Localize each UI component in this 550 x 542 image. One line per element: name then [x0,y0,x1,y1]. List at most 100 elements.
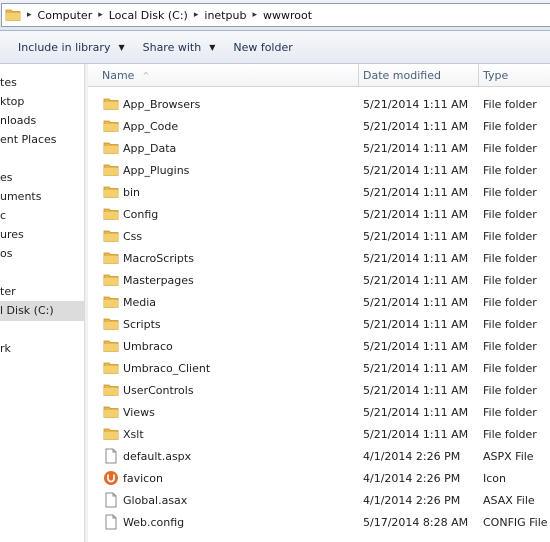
column-header-name[interactable]: Name ^ [102,64,352,86]
file-row[interactable]: Masterpages 5/21/2014 1:11 AM File folder [88,269,550,291]
file-row[interactable]: Global.asax 4/1/2014 2:26 PM ASAX File [88,489,550,511]
file-row[interactable]: Xslt 5/21/2014 1:11 AM File folder [88,423,550,445]
folder-icon [103,294,119,310]
file-date-modified: 5/21/2014 1:11 AM [363,427,469,441]
file-name: MacroScripts [123,251,194,265]
file-type: File folder [483,405,537,419]
folder-icon [103,206,119,222]
file-type: File folder [483,141,537,155]
file-icon [103,448,119,464]
nav-item-label: uments [0,190,42,203]
file-row[interactable]: UserControls 5/21/2014 1:11 AM File folder [88,379,550,401]
column-name-label: Name [102,68,135,82]
file-name: Masterpages [123,273,194,287]
file-row[interactable]: Media 5/21/2014 1:11 AM File folder [88,291,550,313]
nav-item-documents[interactable]: uments [0,190,41,203]
file-row[interactable]: App_Data 5/21/2014 1:11 AM File folder [88,137,550,159]
column-header-date[interactable]: Date modified [363,64,473,86]
file-list: Name ^ Date modified Type App_Browsers 5/… [88,64,550,542]
file-type: File folder [483,339,537,353]
nav-item-label: os [0,247,13,260]
file-name: favicon [123,471,163,485]
share-with-button[interactable]: Share with ▼ [143,41,216,54]
file-name: Media [123,295,157,309]
umbraco-icon [103,470,119,486]
nav-item-pictures[interactable]: ures [0,228,24,241]
column-header-row: Name ^ Date modified Type [88,64,550,87]
file-row[interactable]: favicon 4/1/2014 2:26 PM Icon [88,467,550,489]
file-row[interactable]: Scripts 5/21/2014 1:11 AM File folder [88,313,550,335]
nav-item-local-disk[interactable]: l Disk (C:) [0,301,84,321]
nav-item-favorites[interactable]: tes [0,76,17,89]
file-date-modified: 5/21/2014 1:11 AM [363,339,469,353]
file-type: File folder [483,361,537,375]
nav-item-downloads[interactable]: nloads [0,114,36,127]
new-folder-button[interactable]: New folder [233,41,292,54]
folder-icon [103,162,119,178]
file-row[interactable]: App_Code 5/21/2014 1:11 AM File folder [88,115,550,137]
nav-item-videos[interactable]: os [0,247,12,260]
breadcrumb-chevron-icon[interactable]: ▸ [246,10,263,20]
file-row[interactable]: Umbraco_Client 5/21/2014 1:11 AM File fold… [88,357,550,379]
file-date-modified: 5/21/2014 1:11 AM [363,405,469,419]
folder-icon [103,426,119,442]
file-date-modified: 5/21/2014 1:11 AM [363,119,469,133]
command-bar: Include in library ▼ Share with ▼ New fo… [0,31,550,64]
file-name: Umbraco_Client [123,361,211,375]
breadcrumb-chevron-icon[interactable]: ▸ [188,10,205,20]
file-row[interactable]: MacroScripts 5/21/2014 1:11 AM File folder [88,247,550,269]
address-bar-area: ▸ Computer ▸ Local Disk (C:) ▸ inetpub ▸… [0,0,550,31]
breadcrumb-wwwroot[interactable]: wwwroot [263,9,312,22]
file-row[interactable]: Css 5/21/2014 1:11 AM File folder [88,225,550,247]
file-row[interactable]: Views 5/21/2014 1:11 AM File folder [88,401,550,423]
file-type: File folder [483,163,537,177]
file-name: Web.config [123,515,185,529]
column-header-type[interactable]: Type [483,64,550,86]
file-row[interactable]: Umbraco 5/21/2014 1:11 AM File folder [88,335,550,357]
address-bar[interactable]: ▸ Computer ▸ Local Disk (C:) ▸ inetpub ▸… [1,3,550,27]
file-date-modified: 5/21/2014 1:11 AM [363,97,469,111]
file-row[interactable]: App_Browsers 5/21/2014 1:11 AM File folder [88,93,550,115]
column-divider[interactable] [358,64,359,86]
folder-icon [103,382,119,398]
nav-item-label: rk [0,342,11,355]
file-date-modified: 5/21/2014 1:11 AM [363,361,469,375]
file-type: File folder [483,251,537,265]
breadcrumb-local-disk[interactable]: Local Disk (C:) [109,9,188,22]
file-name: App_Data [123,141,177,155]
nav-item-network[interactable]: rk [0,342,11,355]
file-type: File folder [483,383,537,397]
file-type: File folder [483,119,537,133]
file-row[interactable]: default.aspx 4/1/2014 2:26 PM ASPX File [88,445,550,467]
file-row[interactable]: bin 5/21/2014 1:11 AM File folder [88,181,550,203]
file-row[interactable]: App_Plugins 5/21/2014 1:11 AM File folder [88,159,550,181]
column-divider[interactable] [478,64,479,86]
file-type: ASAX File [483,493,535,507]
chevron-down-icon: ▼ [209,42,216,52]
file-name: Css [123,229,143,243]
folder-icon [5,7,21,23]
nav-item-music[interactable]: c [0,209,6,222]
file-name: App_Code [123,119,179,133]
nav-item-libraries[interactable]: es [0,171,13,184]
file-type: File folder [483,185,537,199]
file-name: Views [123,405,155,419]
file-row[interactable]: Config 5/21/2014 1:11 AM File folder [88,203,550,225]
breadcrumb-chevron-icon[interactable]: ▸ [92,10,109,20]
file-date-modified: 4/1/2014 2:26 PM [363,471,461,485]
breadcrumb-chevron-icon[interactable]: ▸ [21,10,38,20]
file-type: CONFIG File [483,515,548,529]
nav-item-computer[interactable]: ter [0,285,16,298]
include-in-library-label: Include in library [18,40,111,54]
file-row[interactable]: Web.config 5/17/2014 8:28 AM CONFIG File [88,511,550,533]
file-type: Icon [483,471,506,485]
folder-icon [103,360,119,376]
breadcrumb-inetpub[interactable]: inetpub [204,9,246,22]
nav-item-recent-places[interactable]: ent Places [0,133,57,146]
file-date-modified: 4/1/2014 2:26 PM [363,449,461,463]
breadcrumb-computer[interactable]: Computer [38,9,93,22]
column-type-label: Type [483,68,509,82]
nav-item-desktop[interactable]: ktop [0,95,24,108]
include-in-library-button[interactable]: Include in library ▼ [18,41,125,54]
file-name: Umbraco [123,339,173,353]
